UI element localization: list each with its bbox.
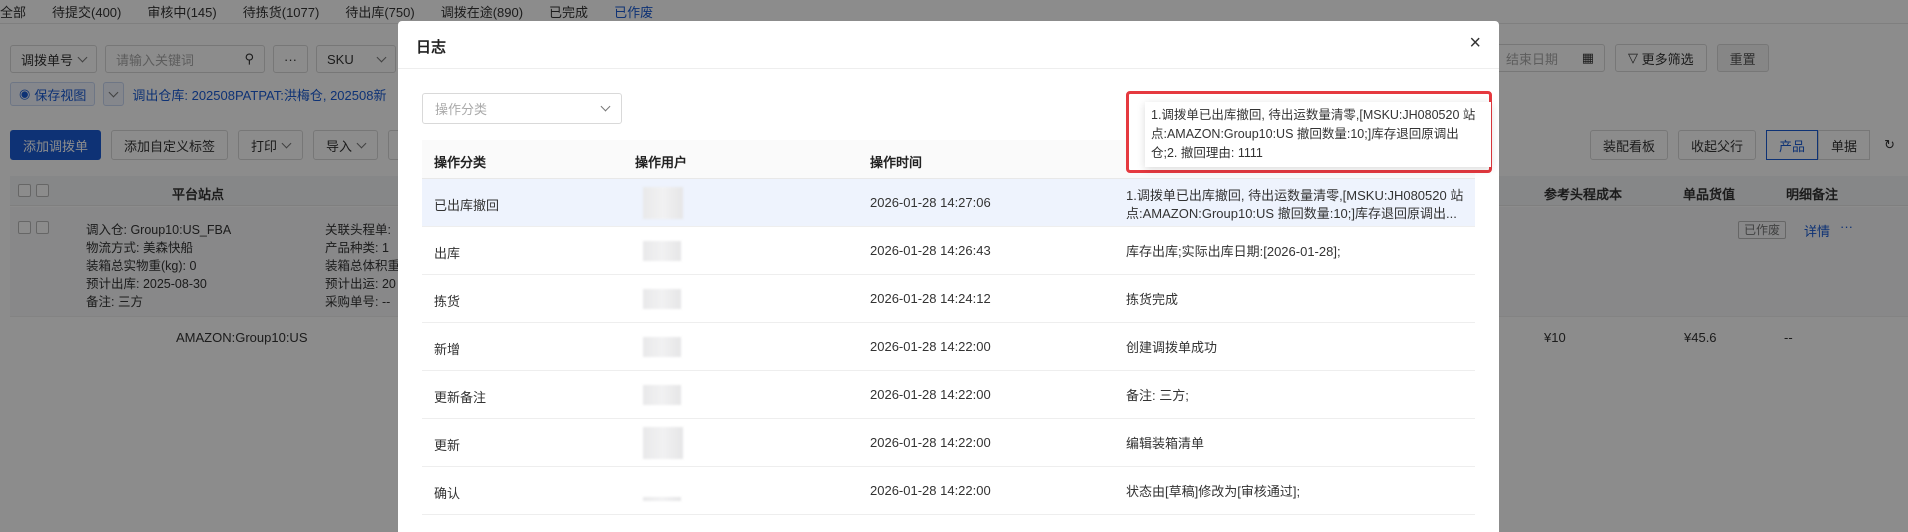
redacted-user — [643, 427, 683, 459]
log-detail: 创建调拨单成功 — [1126, 340, 1218, 355]
log-detail: 拣货完成 — [1126, 292, 1179, 307]
log-time: 2026-01-28 14:22:00 — [870, 483, 991, 498]
log-row[interactable]: 更新备注 2026-01-28 14:22:00 备注: 三方; — [422, 371, 1475, 419]
col-time: 操作时间 — [870, 155, 923, 170]
col-user: 操作用户 — [635, 155, 688, 170]
log-detail: 备注: 三方; — [1126, 388, 1189, 403]
log-category: 拣货 — [434, 294, 461, 309]
dialog-header: 日志 × — [398, 21, 1499, 69]
col-category: 操作分类 — [434, 155, 487, 170]
log-time: 2026-01-28 14:24:12 — [870, 291, 991, 306]
redacted-user — [643, 385, 681, 405]
chevron-down-icon — [600, 101, 611, 112]
log-category: 已出库撤回 — [434, 198, 500, 213]
dialog-title: 日志 — [416, 39, 447, 56]
log-row[interactable]: 更新 2026-01-28 14:22:00 编辑装箱清单 — [422, 419, 1475, 467]
log-category: 新增 — [434, 342, 461, 357]
log-row[interactable]: 已出库撤回 2026-01-28 14:27:06 1.调拨单已出库撤回, 待出… — [422, 179, 1475, 227]
redacted-user — [643, 497, 681, 501]
log-category: 更新备注 — [434, 390, 487, 405]
redacted-user — [643, 289, 681, 309]
redacted-user — [643, 241, 681, 261]
log-row[interactable]: 新增 2026-01-28 14:22:00 创建调拨单成功 — [422, 323, 1475, 371]
log-detail: 状态由[草稿]修改为[审核通过]; — [1126, 484, 1301, 499]
log-category: 出库 — [434, 246, 461, 261]
log-row[interactable]: 出库 2026-01-28 14:26:43 库存出库;实际出库日期:[2026… — [422, 227, 1475, 275]
category-select[interactable]: 操作分类 — [422, 93, 622, 124]
log-time: 2026-01-28 14:26:43 — [870, 243, 991, 258]
log-row[interactable]: 拣货 2026-01-28 14:24:12 拣货完成 — [422, 275, 1475, 323]
log-dialog: 日志 × 操作分类 操作分类 操作用户 操作时间 已出库撤回 2026-01-2… — [398, 21, 1499, 532]
log-detail: 1.调拨单已出库撤回, 待出运数量清零,[MSKU:JH080520 站点:AM… — [1126, 188, 1464, 221]
detail-tooltip: 1.调拨单已出库撤回, 待出运数量清零,[MSKU:JH080520 站点:AM… — [1145, 102, 1491, 167]
redacted-user — [643, 187, 683, 219]
log-row[interactable]: 确认 2026-01-28 14:22:00 状态由[草稿]修改为[审核通过]; — [422, 467, 1475, 515]
log-category: 确认 — [434, 486, 461, 501]
log-category: 更新 — [434, 438, 461, 453]
close-icon[interactable]: × — [1469, 31, 1481, 55]
highlight-annotation: 1.调拨单已出库撤回, 待出运数量清零,[MSKU:JH080520 站点:AM… — [1126, 91, 1492, 173]
log-time: 2026-01-28 14:27:06 — [870, 195, 991, 210]
log-time: 2026-01-28 14:22:00 — [870, 435, 991, 450]
category-select-placeholder: 操作分类 — [435, 102, 488, 117]
log-time: 2026-01-28 14:22:00 — [870, 339, 991, 354]
log-table: 操作分类 操作用户 操作时间 已出库撤回 2026-01-28 14:27:06… — [422, 140, 1475, 515]
log-time: 2026-01-28 14:22:00 — [870, 387, 991, 402]
log-detail: 库存出库;实际出库日期:[2026-01-28]; — [1126, 244, 1341, 259]
redacted-user — [643, 337, 681, 357]
log-detail: 编辑装箱清单 — [1126, 436, 1205, 451]
